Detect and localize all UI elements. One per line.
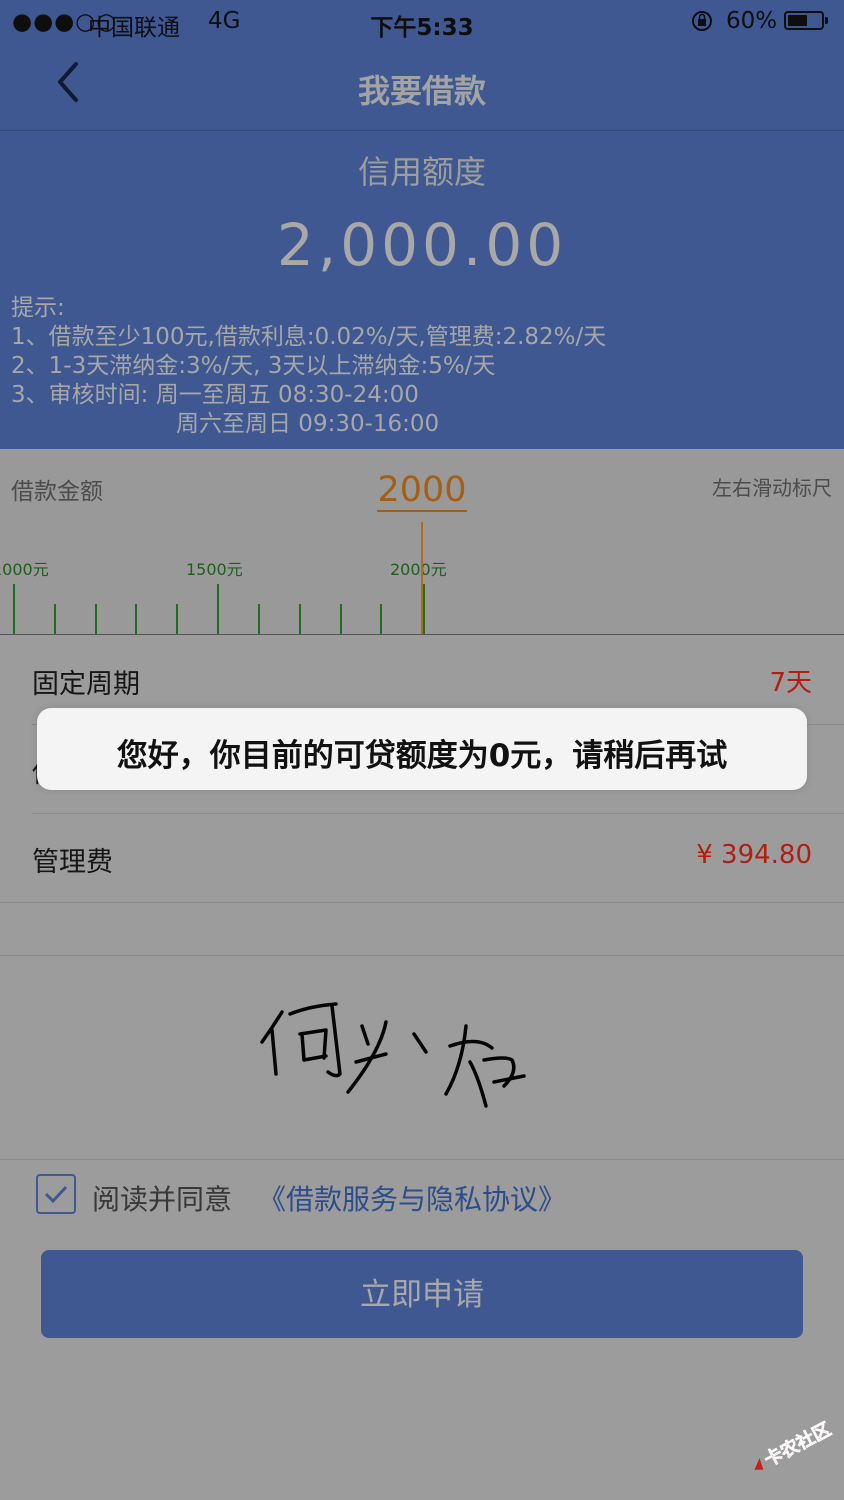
ruler-tick (258, 604, 260, 634)
row-key: 固定周期 (32, 669, 140, 700)
ruler-pointer[interactable] (421, 522, 423, 634)
agreement-row: 阅读并同意 《借款服务与隐私协议》 (0, 1170, 844, 1220)
ruler-tick (340, 604, 342, 634)
ruler-tick (13, 584, 15, 634)
ruler-tick-label: 1000元 (0, 560, 49, 579)
credit-summary: 信用额度 2,000.00 提示: 1、借款至少100元,借款利息:0.02%/… (0, 131, 844, 449)
management-fee-row: 管理费 ¥ 394.80 (0, 814, 844, 902)
credit-limit-label: 信用额度 (357, 153, 486, 191)
ruler-tick (380, 604, 382, 634)
row-value: 7天 (769, 668, 812, 698)
ruler-tick (135, 604, 137, 634)
agree-checkbox[interactable] (36, 1174, 76, 1214)
agreement-link[interactable]: 《借款服务与隐私协议》 (258, 1178, 566, 1218)
row-key: 管理费 (32, 847, 113, 878)
ruler-tick (176, 604, 178, 634)
toast-text: 您好，你目前的可贷额度为0元，请稍后再试 (116, 738, 728, 774)
battery-percent: 60% (726, 8, 778, 34)
orientation-lock-icon (690, 9, 714, 39)
nav-bar: 我要借款 (0, 44, 844, 131)
loan-amount-ruler[interactable]: 借款金额 2000 左右滑动标尺 1000元 1500元 2000元 (0, 450, 844, 635)
row-value: ¥ 394.80 (696, 840, 812, 870)
agreement-prefix: 阅读并同意 (92, 1183, 233, 1216)
ruler-tick (217, 584, 219, 634)
ruler-tick (423, 584, 425, 634)
slider-hint: 左右滑动标尺 (712, 476, 832, 500)
battery-icon (784, 11, 828, 30)
tips-line: 3、审核时间: 周一至周五 08:30-24:00 (11, 382, 419, 408)
svg-text:卡农社区: 卡农社区 (761, 1418, 835, 1471)
signature-pad[interactable] (0, 955, 844, 1160)
toast-message: 您好，你目前的可贷额度为0元，请稍后再试 (37, 708, 807, 790)
divider (0, 902, 844, 903)
status-time: 下午5:33 (370, 15, 474, 41)
tips-line: 1、借款至少100元,借款利息:0.02%/天,管理费:2.82%/天 (11, 324, 607, 350)
credit-limit-amount: 2,000.00 (276, 211, 568, 279)
apply-button[interactable]: 立即申请 (41, 1250, 803, 1338)
watermark-logo: 卡农社区 (740, 1412, 840, 1474)
handwritten-signature (260, 1002, 526, 1108)
ruler-tick-label: 1500元 (186, 560, 243, 579)
loan-tips: 提示: 1、借款至少100元,借款利息:0.02%/天,管理费:2.82%/天 … (11, 294, 606, 439)
page-title: 我要借款 (357, 72, 486, 110)
status-bar: ●●●○○ 中国联通 4G 下午5:33 60% (0, 0, 844, 44)
ruler-tick-label: 2000元 (390, 560, 447, 579)
tips-line: 周六至周日 09:30-16:00 (176, 411, 440, 437)
ruler-tick (299, 604, 301, 634)
tips-heading: 提示: (11, 295, 65, 321)
ruler-tick (54, 604, 56, 634)
ruler-tick (95, 604, 97, 634)
tips-line: 2、1-3天滞纳金:3%/天, 3天以上滞纳金:5%/天 (11, 353, 496, 379)
